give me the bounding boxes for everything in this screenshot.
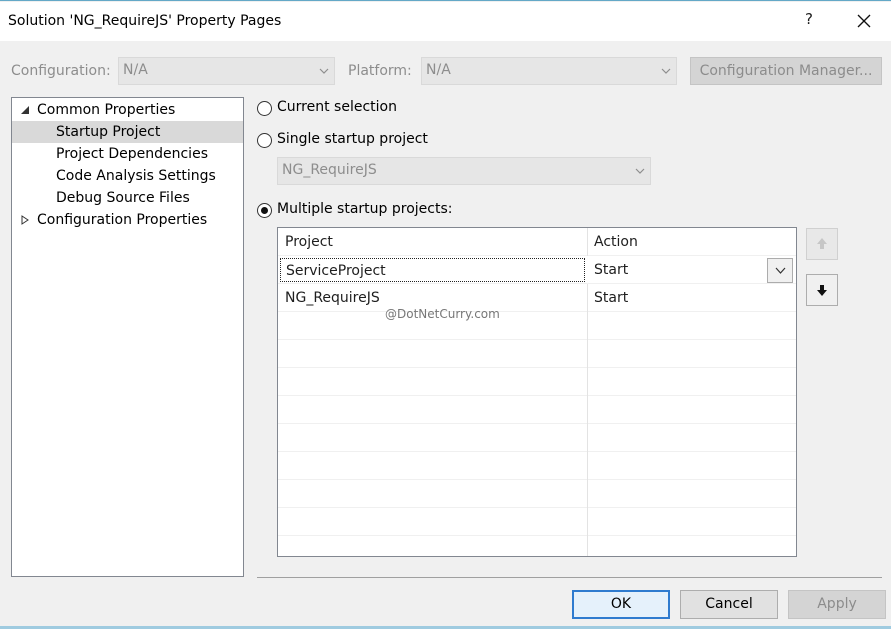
empty-cell [588, 452, 796, 480]
empty-cell [278, 480, 588, 508]
empty-cell [278, 536, 588, 556]
tree-item-label: Startup Project [56, 124, 161, 140]
single-startup-value: NG_RequireJS [282, 162, 377, 178]
tree-item-label: Debug Source Files [56, 190, 190, 206]
column-header-project: Project [278, 228, 588, 256]
footer-separator [257, 577, 882, 578]
tree-item-label: Project Dependencies [56, 146, 208, 162]
single-startup-dropdown[interactable]: NG_RequireJS [277, 157, 651, 185]
tree-item-startup-project[interactable]: Startup Project [12, 121, 243, 143]
multiple-startup-label: Multiple startup projects: [277, 201, 453, 217]
empty-cell [278, 340, 588, 368]
action-cell[interactable]: Start [588, 256, 796, 284]
ok-button[interactable]: OK [572, 590, 670, 619]
empty-cell [588, 340, 796, 368]
tree-item-common-properties[interactable]: Common Properties [12, 99, 243, 121]
help-button[interactable]: ? [801, 10, 817, 32]
empty-cell [278, 424, 588, 452]
move-down-button[interactable] [806, 274, 838, 306]
move-up-button[interactable] [806, 228, 838, 260]
empty-cell [278, 508, 588, 536]
property-pages-dialog: Solution 'NG_RequireJS' Property Pages ?… [0, 0, 891, 629]
platform-label: Platform: [348, 63, 412, 79]
configuration-manager-button[interactable]: Configuration Manager... [690, 57, 882, 85]
tree-item-label: Code Analysis Settings [56, 168, 216, 184]
action-cell[interactable]: Start [588, 284, 796, 312]
tree-item-label: Configuration Properties [37, 212, 208, 228]
empty-row [278, 340, 796, 368]
empty-cell [278, 396, 588, 424]
window-title: Solution 'NG_RequireJS' Property Pages [8, 13, 282, 29]
empty-cell [588, 536, 796, 556]
configuration-value: N/A [123, 62, 148, 78]
watermark-text: @DotNetCurry.com [385, 307, 500, 321]
single-startup-radio[interactable] [257, 133, 272, 148]
tree-item-debug-source-files[interactable]: Debug Source Files [12, 187, 243, 209]
project-cell[interactable]: ServiceProject [280, 258, 585, 282]
property-tree: Common Properties Startup Project Projec… [11, 97, 244, 577]
expanded-triangle-icon[interactable] [20, 105, 30, 115]
title-bar: Solution 'NG_RequireJS' Property Pages ? [0, 2, 891, 41]
tree-item-code-analysis-settings[interactable]: Code Analysis Settings [12, 165, 243, 187]
empty-cell [278, 368, 588, 396]
empty-cell [588, 508, 796, 536]
startup-projects-grid: Project Action ServiceProject Start NG_R… [277, 227, 797, 557]
empty-cell [588, 480, 796, 508]
empty-cell [588, 396, 796, 424]
cancel-button[interactable]: Cancel [680, 590, 778, 619]
tree-item-label: Common Properties [37, 102, 176, 118]
table-row[interactable]: ServiceProject Start [278, 256, 796, 284]
arrow-up-icon [817, 238, 827, 249]
empty-cell [588, 424, 796, 452]
empty-row [278, 424, 796, 452]
arrow-down-icon [817, 285, 827, 296]
tree-item-configuration-properties[interactable]: Configuration Properties [12, 209, 243, 231]
single-startup-label: Single startup project [277, 131, 428, 147]
apply-button[interactable]: Apply [788, 590, 886, 619]
configuration-dropdown[interactable]: N/A [118, 57, 335, 85]
collapsed-triangle-icon[interactable] [20, 215, 30, 225]
action-dropdown-button[interactable] [767, 258, 793, 283]
current-selection-option[interactable]: Current selection [257, 99, 457, 121]
platform-value: N/A [426, 62, 451, 78]
multiple-startup-option[interactable]: Multiple startup projects: [257, 201, 477, 223]
chevron-down-icon [661, 68, 671, 74]
column-header-action: Action [594, 234, 638, 250]
empty-cell [278, 452, 588, 480]
close-button[interactable] [850, 8, 878, 34]
chevron-down-icon [775, 267, 786, 274]
current-selection-label: Current selection [277, 99, 397, 115]
chevron-down-icon [319, 68, 329, 74]
empty-row [278, 452, 796, 480]
empty-row [278, 480, 796, 508]
empty-row [278, 396, 796, 424]
empty-row [278, 508, 796, 536]
table-row[interactable]: NG_RequireJS Start [278, 284, 796, 312]
empty-row [278, 312, 796, 340]
single-startup-option[interactable]: Single startup project [257, 131, 457, 153]
empty-cell [588, 312, 796, 340]
close-icon [857, 14, 871, 28]
platform-dropdown[interactable]: N/A [421, 57, 677, 85]
chevron-down-icon [635, 168, 645, 174]
configuration-label: Configuration: [11, 63, 111, 79]
empty-row [278, 536, 796, 556]
tree-item-project-dependencies[interactable]: Project Dependencies [12, 143, 243, 165]
multiple-startup-radio[interactable] [257, 203, 272, 218]
current-selection-radio[interactable] [257, 101, 272, 116]
empty-row [278, 368, 796, 396]
grid-header-row: Project Action [278, 228, 796, 256]
empty-cell [588, 368, 796, 396]
